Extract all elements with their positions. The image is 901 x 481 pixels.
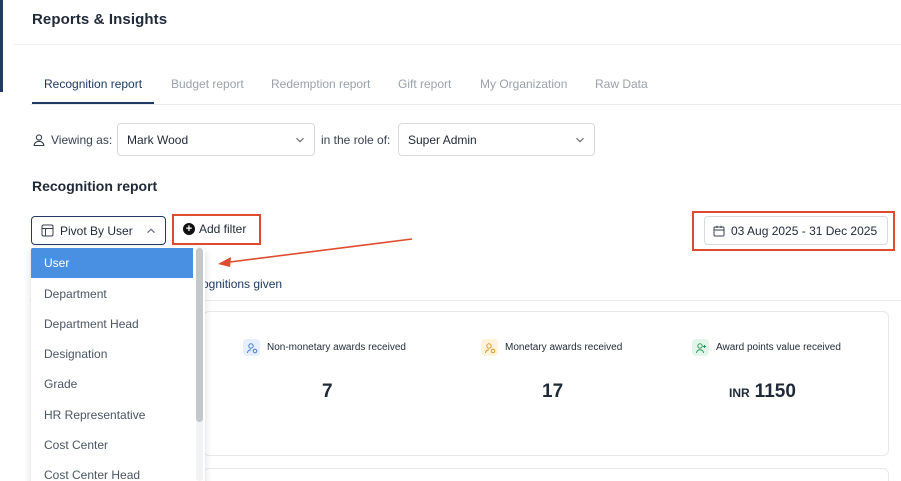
- dropdown-option-designation[interactable]: Designation: [31, 339, 193, 369]
- chevron-down-icon: [575, 135, 585, 145]
- report-tabs: Recognition report Budget report Redempt…: [32, 70, 901, 104]
- stat-label-text: Monetary awards received: [505, 342, 623, 353]
- tab-my-organization[interactable]: My Organization: [468, 70, 579, 104]
- date-range-value: 03 Aug 2025 - 31 Dec 2025: [731, 223, 878, 238]
- currency-label: INR: [729, 386, 750, 400]
- tabs-divider: [30, 104, 901, 105]
- viewing-as-value: Mark Wood: [127, 132, 189, 147]
- left-accent-bar: [0, 0, 3, 92]
- dropdown-option-user[interactable]: User: [31, 248, 193, 278]
- user-plus-icon: [692, 339, 709, 356]
- award-icon: [481, 339, 498, 356]
- secondary-card: [203, 468, 889, 481]
- tab-raw-data[interactable]: Raw Data: [583, 70, 660, 104]
- role-value: Super Admin: [408, 132, 477, 147]
- stat-label-text: Award points value received: [716, 342, 841, 353]
- dropdown-scrollbar-thumb[interactable]: [196, 248, 203, 422]
- dropdown-option-cost-center[interactable]: Cost Center: [31, 430, 193, 460]
- award-icon: [243, 339, 260, 356]
- chevron-down-icon: [295, 135, 305, 145]
- header-divider: [14, 44, 901, 45]
- stat-label-non-monetary: Non-monetary awards received: [243, 339, 406, 356]
- add-filter-label: Add filter: [199, 222, 247, 236]
- pivot-by-select[interactable]: Pivot By User: [31, 216, 166, 245]
- pivot-by-label: Pivot By User: [60, 223, 133, 238]
- page-title: Reports & Insights: [32, 11, 168, 28]
- tab-budget-report[interactable]: Budget report: [159, 70, 256, 104]
- dropdown-option-department[interactable]: Department: [31, 279, 193, 309]
- viewing-as-label: Viewing as:: [51, 132, 113, 147]
- tab-redemption-report[interactable]: Redemption report: [259, 70, 382, 104]
- viewing-as-select[interactable]: Mark Wood: [117, 123, 315, 156]
- dropdown-option-grade[interactable]: Grade: [31, 369, 193, 399]
- date-range-picker[interactable]: 03 Aug 2025 - 31 Dec 2025: [704, 216, 888, 245]
- stat-label-points: Award points value received: [692, 339, 841, 356]
- plus-circle-icon: +: [183, 223, 195, 235]
- subtab-recognitions-given[interactable]: ognitions given: [202, 277, 282, 291]
- viewing-as-group: Viewing as:: [32, 123, 112, 156]
- stat-label-text: Non-monetary awards received: [267, 342, 406, 353]
- role-select[interactable]: Super Admin: [398, 123, 595, 156]
- reports-page: Reports & Insights Recognition report Bu…: [0, 0, 901, 481]
- chevron-up-icon: [146, 226, 156, 236]
- add-filter-button[interactable]: + Add filter: [183, 222, 246, 236]
- dropdown-option-hr-representative[interactable]: HR Representative: [31, 400, 193, 430]
- stat-value-monetary: 17: [542, 381, 564, 402]
- stat-value-points: INR 1150: [729, 381, 796, 403]
- dropdown-option-cost-center-head[interactable]: Cost Center Head: [31, 460, 193, 481]
- table-icon: [41, 224, 54, 237]
- stat-label-monetary: Monetary awards received: [481, 339, 622, 356]
- user-icon: [32, 133, 46, 147]
- tab-recognition-report[interactable]: Recognition report: [32, 70, 155, 104]
- points-value: 1150: [754, 381, 796, 402]
- role-label: in the role of:: [321, 132, 391, 147]
- tab-gift-report[interactable]: Gift report: [386, 70, 463, 104]
- stat-value-non-monetary: 7: [322, 381, 333, 402]
- section-title: Recognition report: [32, 178, 158, 194]
- dropdown-option-department-head[interactable]: Department Head: [31, 309, 193, 339]
- calendar-icon: [713, 225, 725, 237]
- pivot-dropdown-menu: User Department Department Head Designat…: [31, 247, 205, 481]
